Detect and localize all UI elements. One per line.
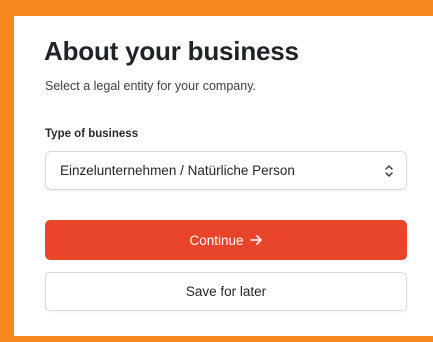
business-type-select[interactable]: Einzelunternehmen / Natürliche Person bbox=[45, 151, 407, 190]
chevron-up-down-icon bbox=[384, 163, 394, 179]
save-for-later-label: Save for later bbox=[185, 284, 267, 299]
business-type-value: Einzelunternehmen / Natürliche Person bbox=[60, 163, 295, 178]
page-title: About your business bbox=[44, 36, 299, 66]
arrow-right-icon bbox=[249, 234, 263, 246]
save-for-later-button[interactable]: Save for later bbox=[45, 272, 407, 311]
business-type-label: Type of business bbox=[45, 128, 139, 140]
continue-button-label: Continue bbox=[189, 232, 244, 248]
business-form-panel: About your business Select a legal entit… bbox=[14, 16, 433, 336]
page-subtitle: Select a legal entity for your company. bbox=[45, 79, 256, 93]
orange-frame: About your business Select a legal entit… bbox=[0, 0, 433, 342]
continue-button[interactable]: Continue bbox=[45, 220, 407, 260]
